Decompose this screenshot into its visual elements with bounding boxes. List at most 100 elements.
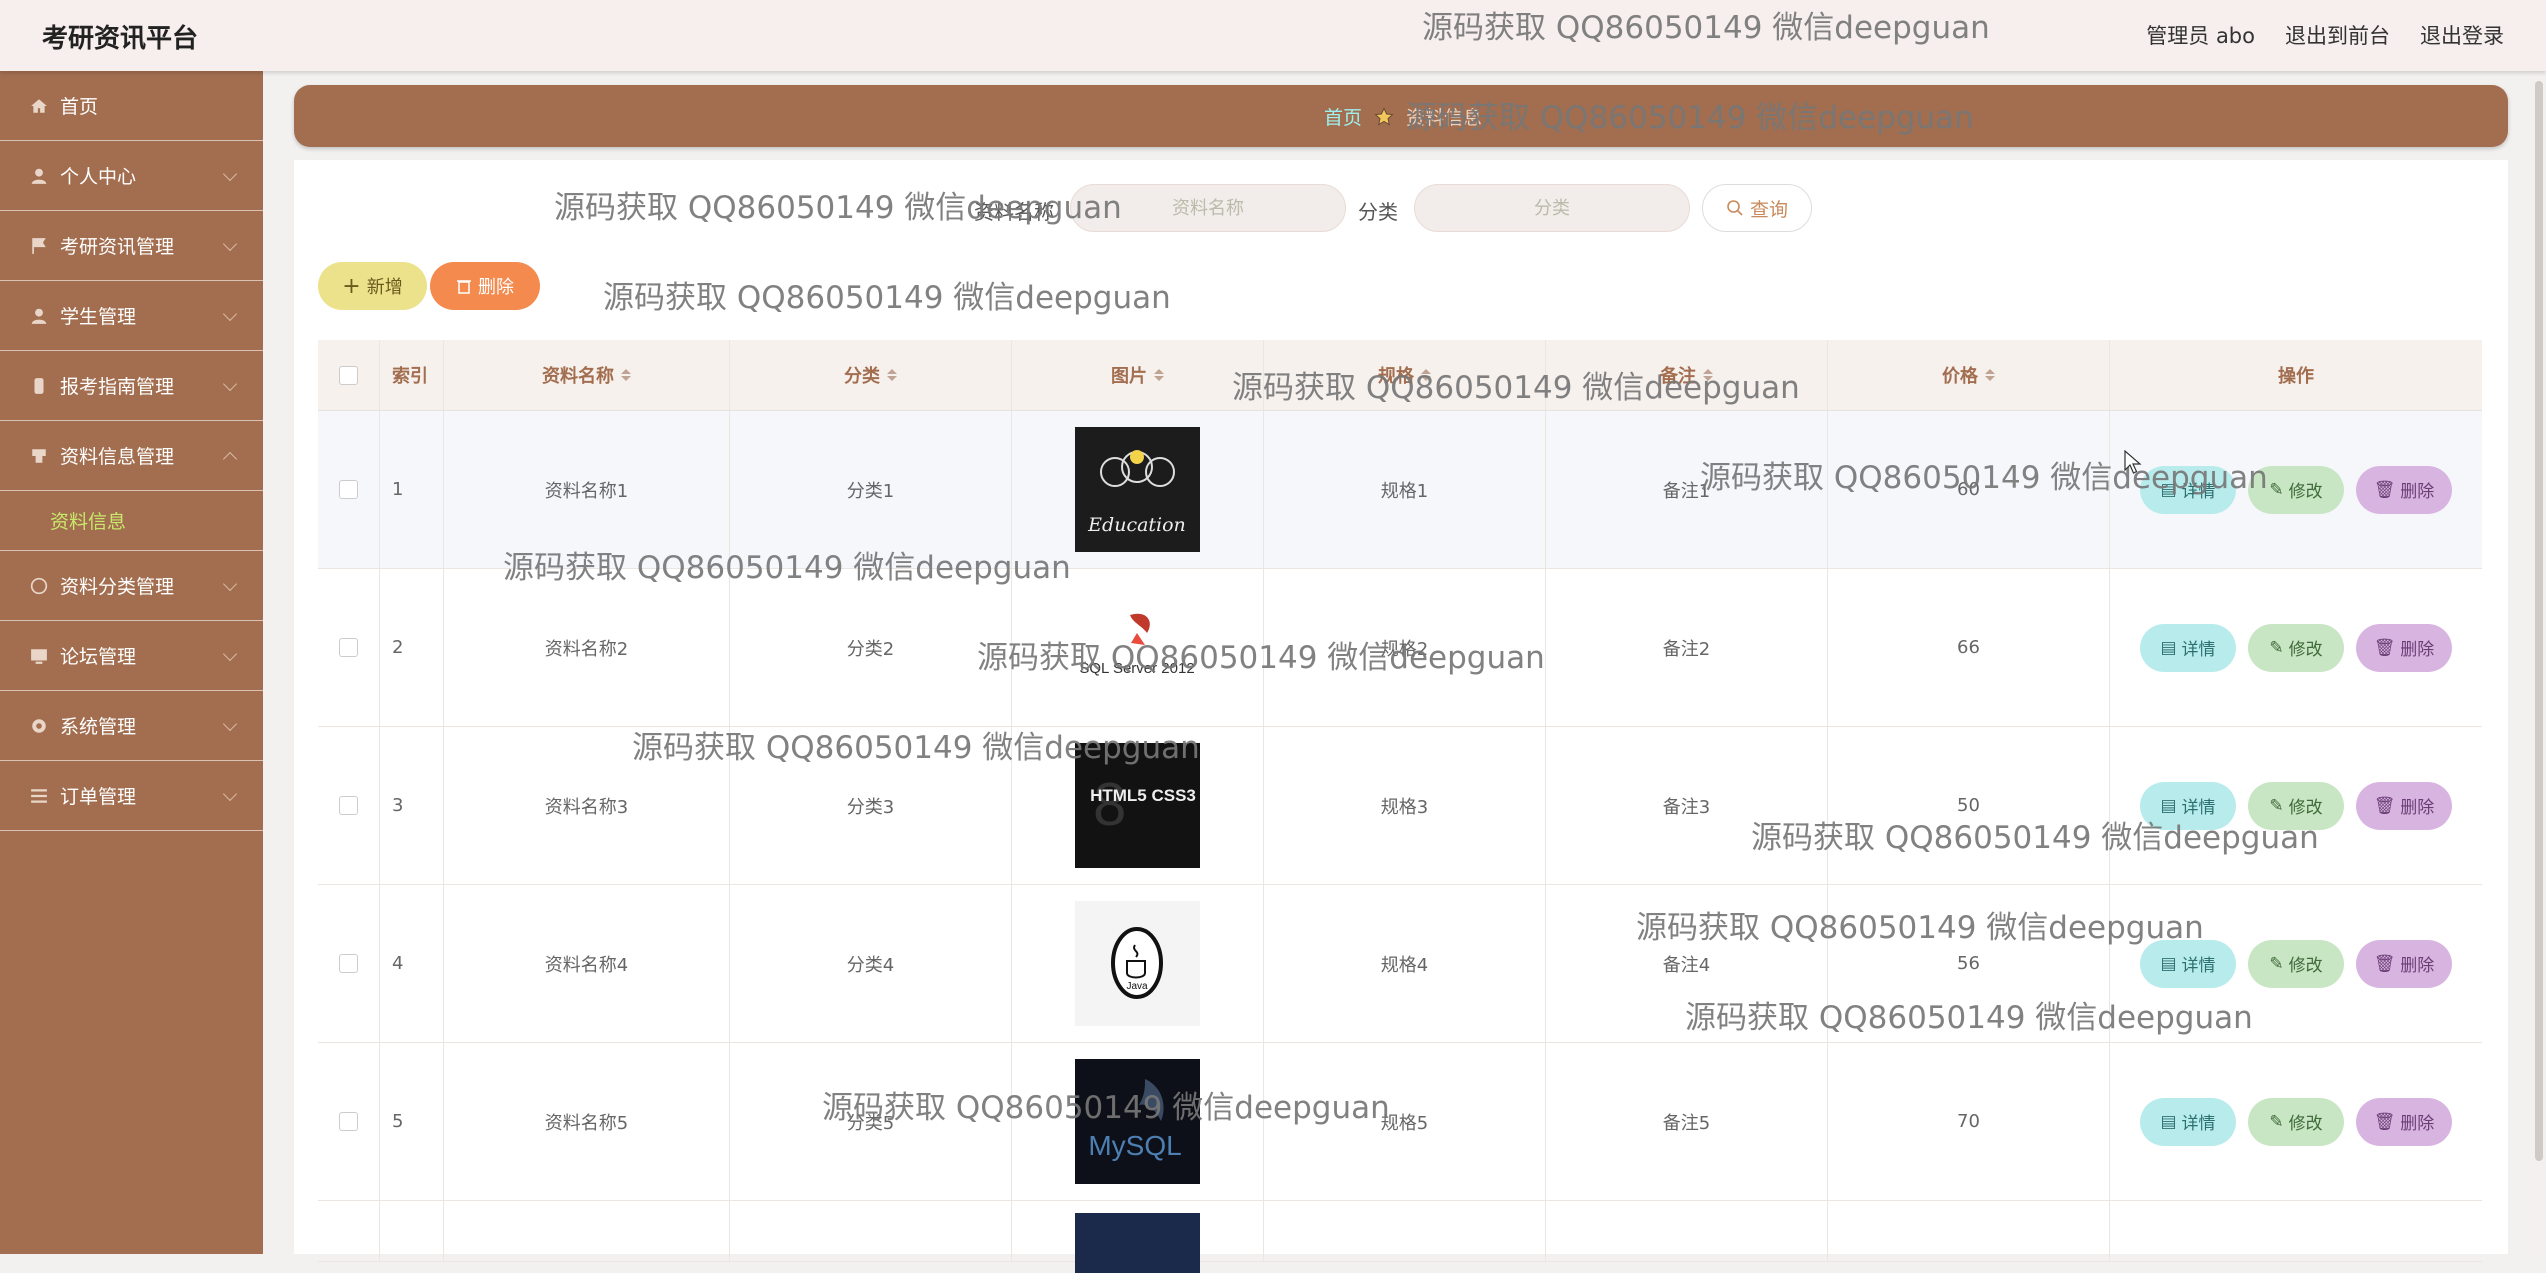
row-checkbox-cell	[318, 411, 380, 568]
edit-button[interactable]: ✎ 修改	[2248, 939, 2344, 988]
detail-label: 详情	[2181, 956, 2216, 976]
list-icon	[31, 788, 47, 803]
trash-icon: 🗑	[2373, 637, 2396, 658]
sidebar-item-home[interactable]: 首页	[0, 71, 263, 141]
education-image: Education	[1087, 450, 1186, 536]
trash-icon: 🗑	[2373, 953, 2396, 974]
thumbnail-java[interactable]: Java	[1075, 901, 1200, 1026]
detail-button[interactable]: ▤ 详情	[2140, 623, 2236, 672]
sidebar-item-forum[interactable]: 论坛管理	[0, 621, 263, 691]
header-index: 索引	[380, 340, 444, 410]
header-label: 索引	[392, 366, 428, 387]
thumbnail-partial[interactable]	[1075, 1213, 1200, 1273]
header-category[interactable]: 分类	[730, 340, 1012, 410]
pencil-icon: ✎	[2269, 1111, 2284, 1132]
sidebar-item-label: 论坛管理	[60, 646, 137, 668]
row-checkbox[interactable]	[339, 638, 358, 657]
cell-note: 备注3	[1546, 727, 1828, 884]
delete-button[interactable]: 🗑 删除	[2356, 939, 2452, 988]
header-name[interactable]: 资料名称	[444, 340, 730, 410]
header-image[interactable]: 图片	[1012, 340, 1264, 410]
logout-link[interactable]: 退出登录	[2420, 20, 2504, 50]
breadcrumb-home[interactable]: 首页	[1324, 103, 1362, 130]
delete-label: 删除	[2400, 640, 2435, 660]
search-icon	[1727, 200, 1743, 216]
header-label: 图片	[1111, 366, 1147, 387]
header-label: 操作	[2278, 366, 2314, 387]
sidebar-item-news[interactable]: 考研资讯管理	[0, 211, 263, 281]
watermark-text: 源码获取 QQ86050149 微信deepguan	[822, 1090, 1390, 1126]
detail-button[interactable]: ▤ 详情	[2140, 1097, 2236, 1146]
sidebar-subitem-material-info[interactable]: 资料信息	[0, 491, 263, 551]
delete-button[interactable]: 🗑 删除	[2356, 781, 2452, 830]
delete-button[interactable]: 🗑 删除	[2356, 623, 2452, 672]
pencil-icon: ✎	[2269, 953, 2284, 974]
sidebar-item-orders[interactable]: 订单管理	[0, 761, 263, 831]
search-category-input[interactable]: 分类	[1414, 184, 1690, 232]
phone-icon	[34, 377, 44, 394]
batch-delete-button[interactable]: 删除	[430, 262, 540, 310]
chevron-down-icon	[222, 376, 238, 391]
row-checkbox-cell	[318, 1201, 380, 1261]
sort-icon[interactable]	[887, 369, 897, 381]
row-checkbox[interactable]	[339, 954, 358, 973]
thumbnail-education[interactable]: Education	[1075, 427, 1200, 552]
cell-spec: 规格4	[1264, 885, 1546, 1042]
header-label: 资料名称	[542, 366, 614, 387]
user-icon	[31, 168, 47, 184]
cell-price: 50	[1828, 727, 2110, 884]
row-checkbox[interactable]	[339, 796, 358, 815]
exit-to-front-link[interactable]: 退出到前台	[2285, 20, 2390, 50]
app-title: 考研资讯平台	[42, 24, 199, 54]
sort-icon[interactable]	[621, 369, 631, 381]
sidebar-item-categories[interactable]: 资料分类管理	[0, 551, 263, 621]
chevron-down-icon	[222, 646, 238, 661]
sidebar-item-guide[interactable]: 报考指南管理	[0, 351, 263, 421]
scrollbar[interactable]	[2532, 71, 2546, 1254]
delete-button[interactable]: 🗑 删除	[2356, 1097, 2452, 1146]
sidebar-item-personal[interactable]: 个人中心	[0, 141, 263, 211]
cursor-icon	[2124, 450, 2142, 474]
cell-index	[380, 1201, 444, 1261]
doc-icon: ▤	[2160, 953, 2177, 974]
query-button[interactable]: 查询	[1702, 184, 1812, 232]
cell-note	[1546, 1201, 1828, 1261]
trash-icon: 🗑	[2373, 479, 2396, 500]
sidebar-item-materials[interactable]: 资料信息管理	[0, 421, 263, 491]
cell-spec: 规格1	[1264, 411, 1546, 568]
star-icon	[1374, 106, 1394, 126]
table-row[interactable]	[318, 1201, 2482, 1273]
sort-icon[interactable]	[1985, 369, 1995, 381]
row-checkbox-cell	[318, 1043, 380, 1200]
edit-label: 修改	[2288, 956, 2323, 976]
sidebar-item-students[interactable]: 学生管理	[0, 281, 263, 351]
header-price[interactable]: 价格	[1828, 340, 2110, 410]
row-checkbox[interactable]	[339, 1112, 358, 1131]
row-checkbox[interactable]	[339, 480, 358, 499]
add-button[interactable]: + 新增	[318, 262, 427, 310]
cell-actions: ▤ 详情 ✎ 修改 🗑 删除	[2110, 1043, 2482, 1200]
pencil-icon: ✎	[2269, 479, 2284, 500]
sort-icon[interactable]	[1154, 369, 1164, 381]
cell-actions	[2110, 1201, 2482, 1261]
svg-text:MySQL: MySQL	[1088, 1130, 1181, 1161]
sidebar-item-label: 学生管理	[60, 306, 137, 328]
watermark-text: 源码获取 QQ86050149 微信deepguan	[554, 190, 1122, 226]
chevron-down-icon	[222, 236, 238, 251]
clock-icon	[30, 577, 48, 594]
edit-label: 修改	[2288, 640, 2323, 660]
select-all-checkbox[interactable]	[339, 365, 358, 385]
edit-button[interactable]: ✎ 修改	[2248, 1097, 2344, 1146]
edit-button[interactable]: ✎ 修改	[2248, 623, 2344, 672]
sidebar-item-system[interactable]: 系统管理	[0, 691, 263, 761]
scrollbar-thumb[interactable]	[2535, 81, 2543, 1161]
sidebar-item-label: 资料分类管理	[60, 576, 175, 598]
row-checkbox-cell	[318, 569, 380, 726]
table-row[interactable]: 5 资料名称5 分类5 MySQL 规格5 备注5 70 ▤ 详情 ✎ 修改 🗑 删除	[318, 1043, 2482, 1201]
delete-button[interactable]: 🗑 删除	[2356, 465, 2452, 514]
plus-icon: +	[342, 273, 361, 299]
watermark-text: 源码获取 QQ86050149 微信deepguan	[1422, 10, 1990, 46]
svg-text:HTML5 CSS3: HTML5 CSS3	[1090, 786, 1196, 805]
cell-name: 资料名称5	[444, 1043, 730, 1200]
chevron-up-icon	[222, 451, 238, 466]
